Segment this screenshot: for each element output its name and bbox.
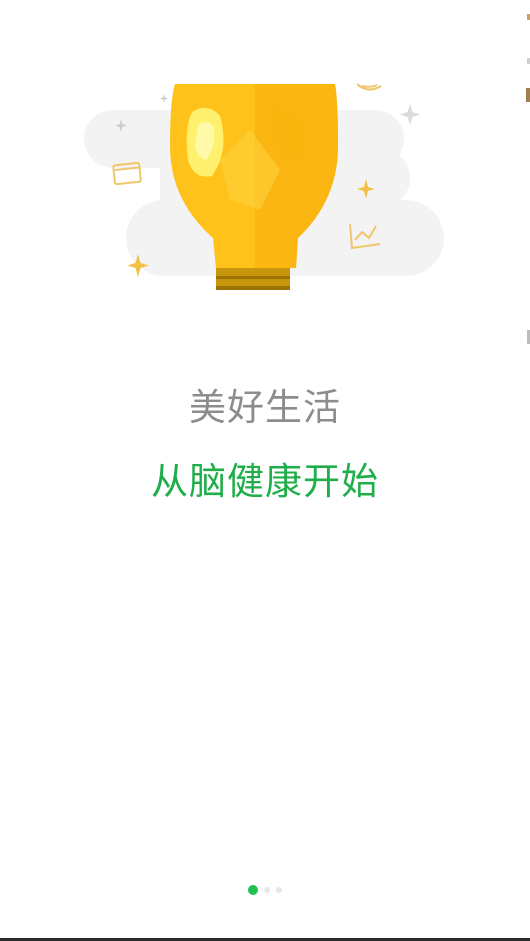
onboarding-screen[interactable]: 美好生活 从脑健康开始 bbox=[0, 0, 530, 941]
lightbulb-illustration bbox=[84, 83, 444, 290]
next-page-peek bbox=[526, 14, 530, 344]
sparkle-icon bbox=[159, 94, 169, 103]
page-dot-active[interactable] bbox=[248, 885, 258, 895]
headline-secondary: 从脑健康开始 bbox=[151, 460, 379, 503]
leaf-icon bbox=[356, 83, 382, 91]
page-indicator bbox=[0, 885, 530, 895]
page-dot[interactable] bbox=[276, 887, 282, 893]
headline-primary: 美好生活 bbox=[189, 386, 341, 429]
page-dot[interactable] bbox=[264, 887, 270, 893]
sparkle-icon bbox=[400, 104, 420, 125]
